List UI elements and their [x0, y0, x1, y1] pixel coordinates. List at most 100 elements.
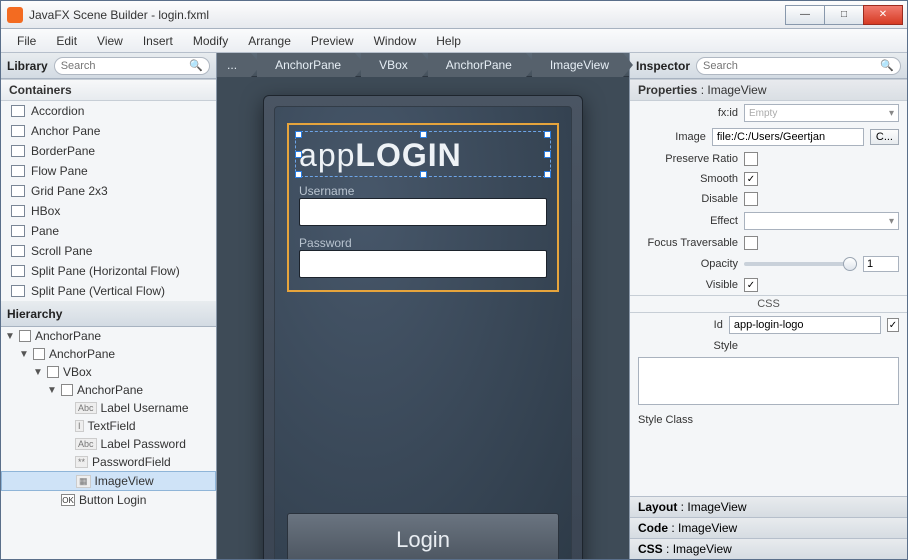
canvas-area[interactable]: appLOGIN Username Password Login — [217, 77, 629, 559]
minimize-button[interactable]: — — [785, 5, 825, 25]
preview-device: appLOGIN Username Password Login — [263, 95, 583, 559]
library-search[interactable]: 🔍 — [54, 57, 210, 75]
slider-thumb[interactable] — [843, 257, 857, 271]
preview-root: appLOGIN Username Password Login — [274, 106, 572, 559]
menu-preview[interactable]: Preview — [303, 32, 362, 50]
lib-anchorpane[interactable]: Anchor Pane — [1, 121, 216, 141]
inspector-search-input[interactable] — [703, 60, 880, 72]
maximize-button[interactable]: □ — [824, 5, 864, 25]
username-field[interactable] — [299, 198, 547, 226]
crumb-3[interactable]: AnchorPane — [428, 53, 526, 77]
resize-handle-bc[interactable] — [420, 171, 427, 178]
fxid-combo[interactable]: Empty▾ — [744, 104, 899, 122]
prop-image: Image C... — [630, 125, 907, 149]
opacity-slider[interactable] — [744, 262, 857, 266]
tree-button-login[interactable]: OKButton Login — [1, 491, 216, 509]
inspector-title: Inspector — [636, 59, 690, 73]
tree-vbox[interactable]: ▼VBox — [1, 363, 216, 381]
password-field[interactable] — [299, 250, 547, 278]
lib-scrollpane[interactable]: Scroll Pane — [1, 241, 216, 261]
crumb-root[interactable]: ... — [217, 53, 251, 77]
crumb-2[interactable]: VBox — [361, 53, 422, 77]
resize-handle-mr[interactable] — [544, 151, 551, 158]
css-id-input[interactable] — [729, 316, 881, 334]
opacity-value[interactable] — [863, 256, 899, 272]
tree-imageview[interactable]: ▦ImageView — [1, 471, 216, 491]
inspector-search[interactable]: 🔍 — [696, 57, 901, 75]
properties-header[interactable]: Properties : ImageView — [630, 79, 907, 101]
resize-handle-tc[interactable] — [420, 131, 427, 138]
smooth-checkbox[interactable]: ✓ — [744, 172, 758, 186]
tree-label-password[interactable]: AbcLabel Password — [1, 435, 216, 453]
app-icon — [7, 7, 23, 23]
resize-handle-br[interactable] — [544, 171, 551, 178]
lib-pane[interactable]: Pane — [1, 221, 216, 241]
focus-checkbox[interactable] — [744, 236, 758, 250]
preserve-ratio-checkbox[interactable] — [744, 152, 758, 166]
library-title: Library — [7, 59, 48, 73]
tree-label-username[interactable]: AbcLabel Username — [1, 399, 216, 417]
tree-anchorpane-root[interactable]: ▼AnchorPane — [1, 327, 216, 345]
crumb-4[interactable]: ImageView — [532, 53, 623, 77]
style-textarea[interactable] — [638, 357, 899, 405]
canvas-panel: ... AnchorPane VBox AnchorPane ImageView — [217, 53, 629, 559]
resize-handle-tr[interactable] — [544, 131, 551, 138]
resize-handle-ml[interactable] — [295, 151, 302, 158]
menu-help[interactable]: Help — [428, 32, 469, 50]
menu-arrange[interactable]: Arrange — [240, 32, 299, 50]
image-browse-button[interactable]: C... — [870, 129, 899, 145]
lib-accordion[interactable]: Accordion — [1, 101, 216, 121]
ok-badge-icon: OK — [61, 494, 75, 506]
left-panel: Library 🔍 Containers Accordion Anchor Pa… — [1, 53, 217, 559]
close-button[interactable]: ✕ — [863, 5, 903, 25]
prop-preserve-ratio: Preserve Ratio — [630, 149, 907, 169]
menu-window[interactable]: Window — [366, 32, 425, 50]
prop-styleclass: Style Class — [630, 411, 907, 429]
layout-strip[interactable]: Layout : ImageView — [630, 496, 907, 517]
password-label: Password — [299, 236, 547, 250]
tree-anchorpane-1[interactable]: ▼AnchorPane — [1, 345, 216, 363]
disable-checkbox[interactable] — [744, 192, 758, 206]
inspector-header: Inspector 🔍 — [630, 53, 907, 79]
tree-passwordfield[interactable]: **PasswordField — [1, 453, 216, 471]
resize-handle-bl[interactable] — [295, 171, 302, 178]
effect-combo[interactable]: ▾ — [744, 212, 899, 230]
resize-handle-tl[interactable] — [295, 131, 302, 138]
menu-view[interactable]: View — [89, 32, 131, 50]
lib-borderpane[interactable]: BorderPane — [1, 141, 216, 161]
lib-splitpane-v[interactable]: Split Pane (Vertical Flow) — [1, 281, 216, 301]
prop-opacity: Opacity — [630, 253, 907, 275]
menu-insert[interactable]: Insert — [135, 32, 181, 50]
visible-checkbox[interactable]: ✓ — [744, 278, 758, 292]
properties-body: fx:id Empty▾ Image C... Preserve Ratio S… — [630, 101, 907, 496]
titlebar: JavaFX Scene Builder - login.fxml — □ ✕ — [1, 1, 907, 29]
hierarchy-tree: ▼AnchorPane ▼AnchorPane ▼VBox ▼AnchorPan… — [1, 327, 216, 559]
menu-edit[interactable]: Edit — [48, 32, 85, 50]
id-checkbox[interactable]: ✓ — [887, 318, 899, 332]
breadcrumb: ... AnchorPane VBox AnchorPane ImageView — [217, 53, 629, 77]
lib-hbox[interactable]: HBox — [1, 201, 216, 221]
tree-textfield[interactable]: ITextField — [1, 417, 216, 435]
login-button[interactable]: Login — [287, 513, 559, 559]
tree-anchorpane-2[interactable]: ▼AnchorPane — [1, 381, 216, 399]
main-body: Library 🔍 Containers Accordion Anchor Pa… — [1, 53, 907, 559]
inspector-panel: Inspector 🔍 Properties : ImageView fx:id… — [629, 53, 907, 559]
selection-frame[interactable]: appLOGIN Username Password — [287, 123, 559, 292]
crumb-1[interactable]: AnchorPane — [257, 53, 355, 77]
search-icon: 🔍 — [880, 59, 894, 72]
prop-id: Id ✓ — [630, 313, 907, 337]
lib-flowpane[interactable]: Flow Pane — [1, 161, 216, 181]
prop-fxid: fx:id Empty▾ — [630, 101, 907, 125]
menu-modify[interactable]: Modify — [185, 32, 236, 50]
css-strip[interactable]: CSS : ImageView — [630, 538, 907, 559]
lib-gridpane[interactable]: Grid Pane 2x3 — [1, 181, 216, 201]
library-search-input[interactable] — [61, 60, 190, 72]
hierarchy-header: Hierarchy — [1, 301, 216, 327]
prop-style: Style — [630, 337, 907, 355]
app-window: JavaFX Scene Builder - login.fxml — □ ✕ … — [0, 0, 908, 560]
code-strip[interactable]: Code : ImageView — [630, 517, 907, 538]
menu-file[interactable]: File — [9, 32, 44, 50]
lib-splitpane-h[interactable]: Split Pane (Horizontal Flow) — [1, 261, 216, 281]
imageview-icon: ▦ — [76, 475, 91, 488]
image-path-input[interactable] — [712, 128, 864, 146]
